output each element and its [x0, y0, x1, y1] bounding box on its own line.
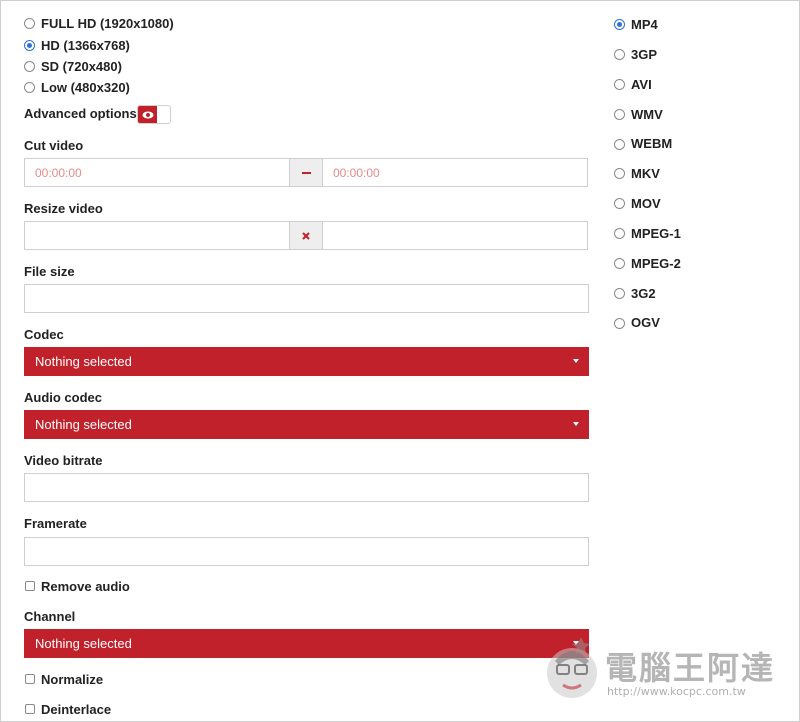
watermark-url: http://www.kocpc.com.tw — [607, 685, 746, 698]
file-size-label: File size — [24, 264, 75, 279]
channel-label: Channel — [24, 609, 76, 624]
cut-start-input[interactable] — [24, 158, 290, 187]
file-size-input[interactable] — [24, 284, 589, 313]
normalize-label: Normalize — [41, 672, 104, 687]
format-radio-3g2[interactable] — [614, 288, 625, 299]
format-label-ogv: OGV — [631, 315, 660, 330]
format-radio-webm[interactable] — [614, 139, 625, 150]
remove-audio-checkbox[interactable] — [25, 581, 35, 591]
format-label-webm: WEBM — [631, 136, 673, 151]
chevron-down-icon — [573, 359, 579, 363]
format-radio-mpeg-2[interactable] — [614, 258, 625, 269]
cut-separator — [290, 158, 322, 187]
cut-end-input[interactable] — [322, 158, 588, 187]
audio-codec-select[interactable]: Nothing selected — [24, 410, 589, 439]
channel-select[interactable]: Nothing selected — [24, 629, 589, 658]
format-radio-mkv[interactable] — [614, 168, 625, 179]
resize-video-label: Resize video — [24, 201, 103, 216]
format-radio-wmv[interactable] — [614, 109, 625, 120]
advanced-options-toggle[interactable] — [137, 105, 171, 124]
format-label-mp4: MP4 — [631, 17, 658, 32]
resize-height-input[interactable] — [322, 221, 588, 250]
close-icon — [302, 231, 310, 240]
radio-label-sd: SD (720x480) — [41, 59, 122, 74]
minus-icon — [301, 171, 311, 174]
format-label-wmv: WMV — [631, 107, 663, 122]
radio-hd[interactable] — [24, 40, 35, 51]
format-radio-mp4[interactable] — [614, 19, 625, 30]
format-radio-avi[interactable] — [614, 79, 625, 90]
audio-codec-selected-value: Nothing selected — [35, 417, 132, 432]
video-bitrate-input[interactable] — [24, 473, 589, 502]
radio-label-low: Low (480x320) — [41, 80, 130, 95]
normalize-checkbox[interactable] — [25, 674, 35, 684]
channel-selected-value: Nothing selected — [35, 636, 132, 651]
remove-audio-label: Remove audio — [41, 579, 130, 594]
advanced-options-label: Advanced options: — [24, 106, 142, 121]
radio-label-hd: HD (1366x768) — [41, 38, 130, 53]
format-radio-3gp[interactable] — [614, 49, 625, 60]
format-radio-mpeg-1[interactable] — [614, 228, 625, 239]
codec-selected-value: Nothing selected — [35, 354, 132, 369]
deinterlace-checkbox[interactable] — [25, 704, 35, 714]
radio-full-hd[interactable] — [24, 18, 35, 29]
chevron-down-icon — [573, 422, 579, 426]
format-label-3gp: 3GP — [631, 47, 658, 62]
format-label-mkv: MKV — [631, 166, 660, 181]
format-label-3g2: 3G2 — [631, 286, 656, 301]
video-bitrate-label: Video bitrate — [24, 453, 103, 468]
resize-width-input[interactable] — [24, 221, 290, 250]
radio-sd[interactable] — [24, 61, 35, 72]
format-label-mov: MOV — [631, 196, 661, 211]
eye-icon — [138, 106, 157, 123]
mascot-logo — [547, 637, 597, 698]
framerate-input[interactable] — [24, 537, 589, 566]
codec-label: Codec — [24, 327, 64, 342]
format-radio-mov[interactable] — [614, 198, 625, 209]
cut-video-label: Cut video — [24, 138, 84, 153]
codec-select[interactable]: Nothing selected — [24, 347, 589, 376]
framerate-label: Framerate — [24, 516, 87, 531]
format-label-avi: AVI — [631, 77, 652, 92]
radio-label-full-hd: FULL HD (1920x1080) — [41, 16, 174, 31]
resize-separator — [290, 221, 322, 250]
format-label-mpeg-1: MPEG-1 — [631, 226, 681, 241]
format-radio-ogv[interactable] — [614, 318, 625, 329]
watermark-title: 電腦王阿達 — [605, 649, 776, 687]
radio-low[interactable] — [24, 82, 35, 93]
audio-codec-label: Audio codec — [24, 390, 103, 405]
format-label-mpeg-2: MPEG-2 — [631, 256, 681, 271]
deinterlace-label: Deinterlace — [41, 702, 112, 717]
